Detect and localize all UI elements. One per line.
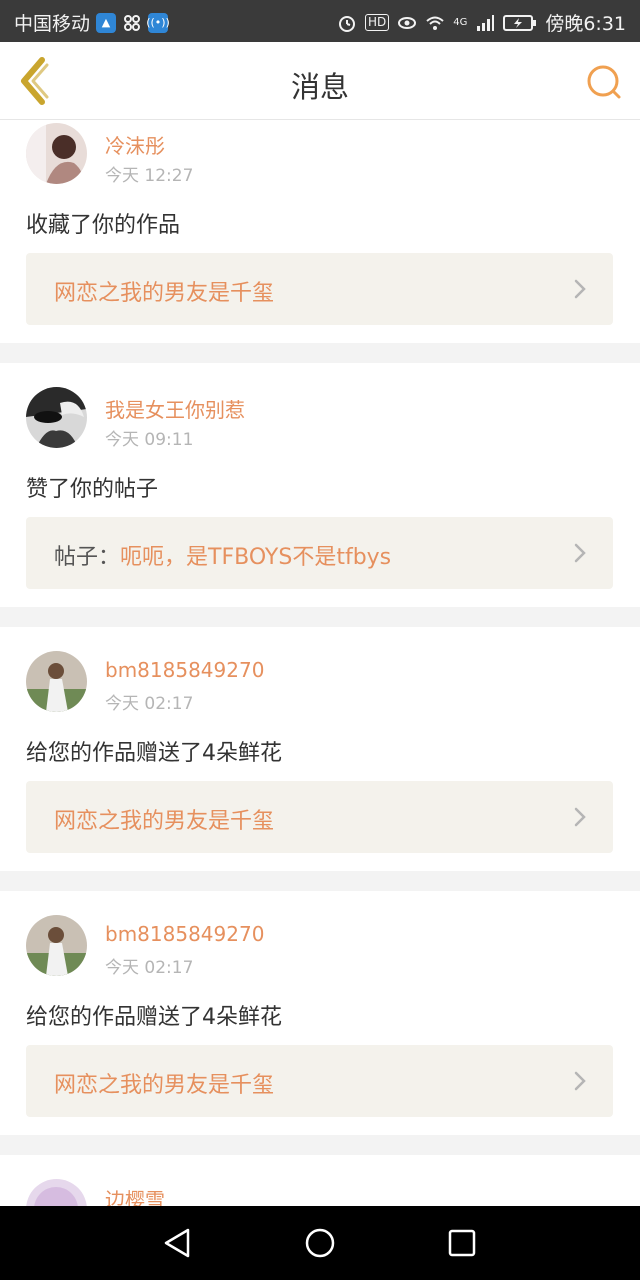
timestamp: 今天 12:27 xyxy=(105,166,194,186)
work-link[interactable]: 网恋之我的男友是千玺 xyxy=(26,1045,613,1117)
action-text: 赞了你的帖子 xyxy=(26,477,159,502)
search-button[interactable] xyxy=(584,62,624,102)
message-card: bm8185849270 今天 02:17 给您的作品赠送了4朵鲜花 网恋之我的… xyxy=(0,891,640,1135)
post-link[interactable]: 帖子：呃呃，是TFBOYS不是tfbys xyxy=(26,517,613,589)
triangle-back-icon[interactable] xyxy=(160,1225,196,1261)
signal-icon xyxy=(477,14,495,31)
status-bar-right: HD 4G 傍晚6:31 xyxy=(337,9,626,36)
timestamp: 今天 09:11 xyxy=(105,430,194,450)
username[interactable]: 边樱雪 xyxy=(105,1184,165,1206)
circle-home-icon[interactable] xyxy=(302,1225,338,1261)
chevron-right-icon xyxy=(574,543,586,563)
message-card: 边樱雪 xyxy=(0,1155,640,1206)
app-header: 消息 xyxy=(0,42,640,120)
status-bar: 中国移动 ▲ ((•)) HD 4G 傍晚6:31 xyxy=(0,0,640,42)
square-recent-icon[interactable] xyxy=(444,1225,480,1261)
clock-label: 傍晚6:31 xyxy=(545,13,626,35)
eye-icon xyxy=(398,16,417,29)
system-navigation-bar xyxy=(0,1206,640,1280)
chevron-right-icon xyxy=(574,807,586,827)
avatar[interactable] xyxy=(26,123,87,184)
page-title: 消息 xyxy=(290,70,349,104)
battery-icon xyxy=(503,14,537,31)
timestamp: 今天 02:17 xyxy=(105,958,194,978)
action-text: 给您的作品赠送了4朵鲜花 xyxy=(26,1005,282,1030)
username[interactable]: bm8185849270 xyxy=(105,922,264,946)
username[interactable]: 冷沫彤 xyxy=(105,130,165,159)
avatar[interactable] xyxy=(26,387,87,448)
work-link[interactable]: 网恋之我的男友是千玺 xyxy=(26,781,613,853)
message-list[interactable]: 冷沫彤 今天 12:27 收藏了你的作品 网恋之我的男友是千玺 我是女王你别惹 … xyxy=(0,120,640,1206)
wifi-hotspot-icon: ((•)) xyxy=(146,12,170,33)
timestamp: 今天 02:17 xyxy=(105,694,194,714)
avatar[interactable] xyxy=(26,651,87,712)
search-icon xyxy=(587,65,621,99)
work-title: 网恋之我的男友是千玺 xyxy=(54,809,275,834)
chevron-right-icon xyxy=(574,279,586,299)
work-link[interactable]: 网恋之我的男友是千玺 xyxy=(26,253,613,325)
action-text: 收藏了你的作品 xyxy=(26,213,181,238)
carrier-label: 中国移动 xyxy=(14,13,91,35)
status-bar-left: 中国移动 ▲ ((•)) xyxy=(14,9,170,36)
chevron-right-icon xyxy=(574,1071,586,1091)
message-card: 冷沫彤 今天 12:27 收藏了你的作品 网恋之我的男友是千玺 xyxy=(0,120,640,343)
network-type-label: 4G xyxy=(453,17,468,28)
work-title: 网恋之我的男友是千玺 xyxy=(54,1073,275,1098)
message-card: bm8185849270 今天 02:17 给您的作品赠送了4朵鲜花 网恋之我的… xyxy=(0,627,640,871)
post-title-text: 呃呃，是TFBOYS不是tfbys xyxy=(120,545,392,570)
work-title: 网恋之我的男友是千玺 xyxy=(54,281,275,306)
username[interactable]: 我是女王你别惹 xyxy=(105,394,245,423)
usb-icon xyxy=(124,14,141,31)
hd-icon: HD xyxy=(364,14,390,31)
username[interactable]: bm8185849270 xyxy=(105,658,264,682)
message-card: 我是女王你别惹 今天 09:11 赞了你的帖子 帖子：呃呃，是TFBOYS不是t… xyxy=(0,363,640,607)
avatar[interactable] xyxy=(26,915,87,976)
alarm-clock-icon xyxy=(338,15,355,32)
shield-icon: ▲ xyxy=(96,12,117,33)
avatar[interactable] xyxy=(26,1179,87,1206)
post-title: 帖子：呃呃，是TFBOYS不是tfbys xyxy=(54,539,391,571)
action-text: 给您的作品赠送了4朵鲜花 xyxy=(26,741,282,766)
wifi-icon xyxy=(426,16,444,30)
post-prefix: 帖子： xyxy=(54,545,121,570)
